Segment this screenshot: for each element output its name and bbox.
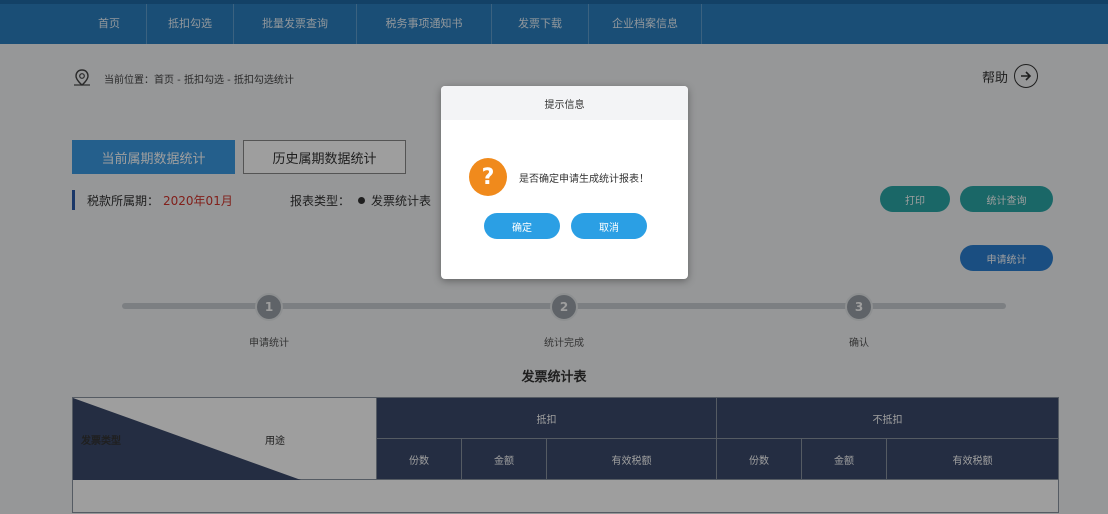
question-icon: ? [469, 158, 507, 196]
confirm-dialog: 提示信息 ? 是否确定申请生成统计报表！ 确定 取消 [441, 86, 688, 279]
dialog-title: 提示信息 [441, 86, 688, 120]
dialog-message: 是否确定申请生成统计报表！ [519, 174, 649, 185]
confirm-button[interactable]: 确定 [484, 213, 560, 239]
cancel-button[interactable]: 取消 [571, 213, 647, 239]
